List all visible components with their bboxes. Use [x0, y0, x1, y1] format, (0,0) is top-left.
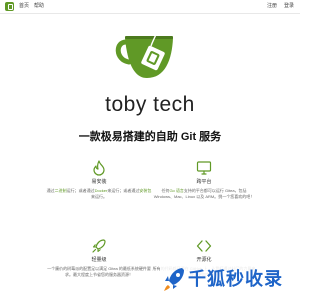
desc-text: 来运行；或者通过 [107, 188, 140, 193]
monitor-icon [196, 161, 212, 175]
gitea-logo-icon[interactable] [5, 2, 14, 11]
top-navbar: 首页 帮助 注册 登录 [0, 0, 300, 14]
feature-easy-install: 易安装 通过二进制运行；或者通过Docker来运行；或者通过安装包来运行。 [46, 160, 152, 200]
feature-description: 通过二进制运行；或者通过Docker来运行；或者通过安装包来运行。 [46, 188, 152, 200]
go-link[interactable]: Go 语言 [169, 188, 183, 193]
package-link[interactable]: 安装包 [139, 188, 151, 193]
nav-login-link[interactable]: 登录 [284, 2, 294, 11]
nav-register-link[interactable]: 注册 [267, 2, 277, 11]
hero-tagline: 一款极易搭建的自助 Git 服务 [78, 131, 222, 143]
code-icon [196, 240, 212, 252]
rocket-icon [164, 268, 184, 291]
feature-title: 轻量级 [91, 257, 107, 263]
feature-description: 任何Go 语言支持的平台都可以运行 Gitea，包括 Windows、Mac、L… [151, 188, 257, 200]
nav-help-link[interactable]: 帮助 [34, 2, 44, 11]
feature-title: 跨平台 [196, 179, 212, 185]
gitea-teacup-logo-icon [115, 25, 173, 78]
binary-link[interactable]: 二进制 [55, 188, 67, 193]
rocket-icon [92, 239, 106, 253]
flame-icon [93, 160, 105, 176]
watermark-text: 千狐秒收录 [188, 269, 283, 289]
brand-title: toby tech [105, 93, 195, 116]
desc-text: 运行；或者通过 [66, 188, 95, 193]
docker-link[interactable]: Docker [95, 188, 108, 193]
desc-text: 通过 [46, 188, 55, 193]
nav-home-link[interactable]: 首页 [19, 2, 29, 11]
feature-title: 易安装 [91, 179, 107, 185]
feature-description: 一个廉价的树莓派的配置足以满足 Gitea 的最低系统硬件要求。最大程度上节省您… [47, 266, 151, 277]
feature-cross-platform: 跨平台 任何Go 语言支持的平台都可以运行 Gitea，包括 Windows、M… [151, 160, 257, 200]
watermark-overlay: 千狐秒收录 [160, 262, 297, 296]
desc-text: 来运行。 [91, 194, 107, 199]
feature-lightweight: 轻量级 一个廉价的树莓派的配置足以满足 Gitea 的最低系统硬件要求。最大程度… [46, 238, 152, 278]
